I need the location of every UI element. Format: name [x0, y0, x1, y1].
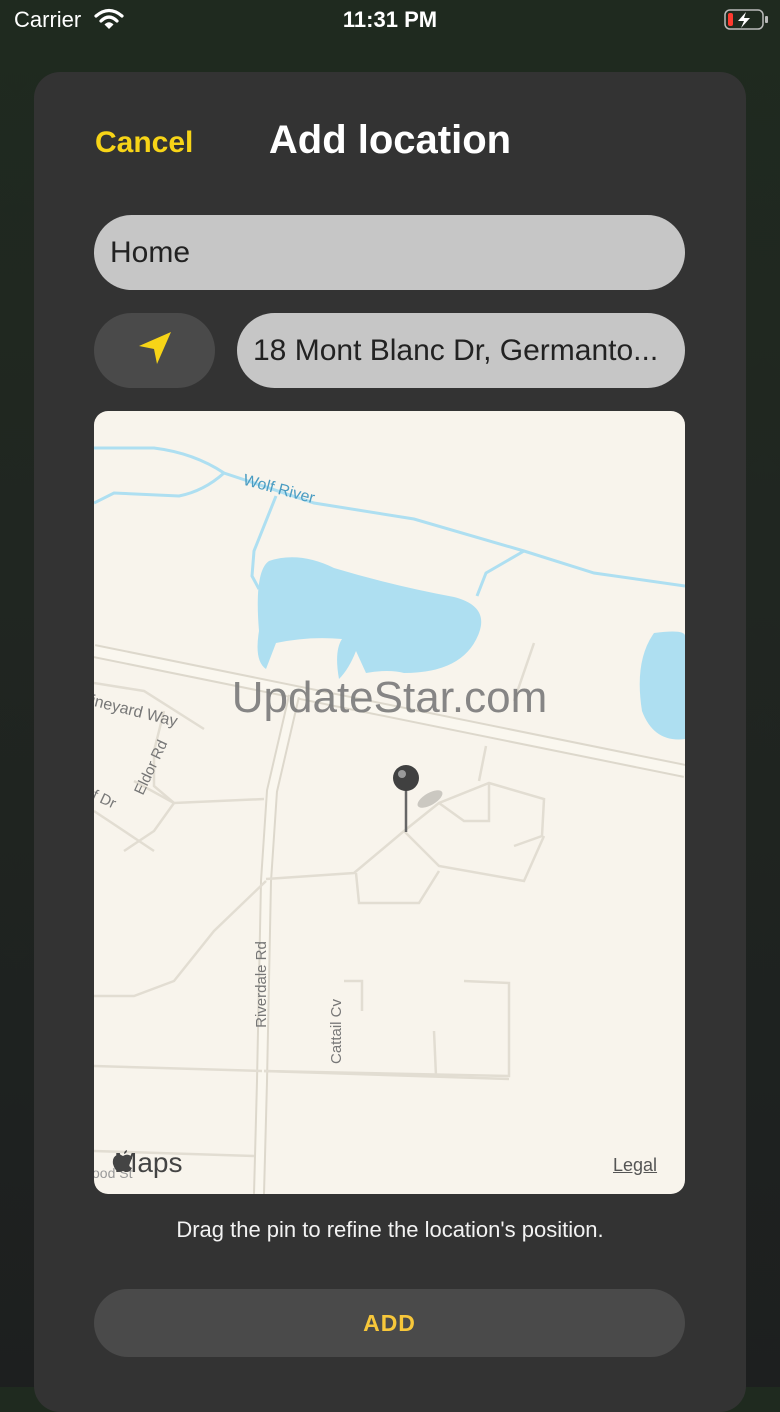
- hint-text: Drag the pin to refine the location's po…: [176, 1217, 604, 1242]
- map-canvas: [94, 446, 685, 1194]
- maps-attribution: Maps: [112, 1147, 182, 1179]
- status-bar: Carrier 11:31 PM: [0, 0, 780, 40]
- watermark: UpdateStar.com: [231, 673, 548, 722]
- page-title: Add location: [268, 118, 512, 162]
- map-label-riverdale-rd: Riverdale Rd: [252, 941, 270, 1028]
- address-input[interactable]: 18 Mont Blanc Dr, Germanto...: [237, 313, 685, 388]
- map-label-cattail-cv: Cattail Cv: [328, 998, 346, 1065]
- battery-icon: [724, 9, 770, 36]
- legal-link[interactable]: Legal: [613, 1155, 657, 1176]
- status-time: 11:31 PM: [342, 7, 438, 32]
- location-arrow-icon: [135, 328, 175, 373]
- add-button[interactable]: ADD: [94, 1289, 685, 1357]
- map-view[interactable]: Wolf River ineyard Way Eldor Rd f Dr Riv…: [94, 411, 685, 1194]
- current-location-button[interactable]: [94, 313, 215, 388]
- location-name-input[interactable]: Home: [94, 215, 685, 290]
